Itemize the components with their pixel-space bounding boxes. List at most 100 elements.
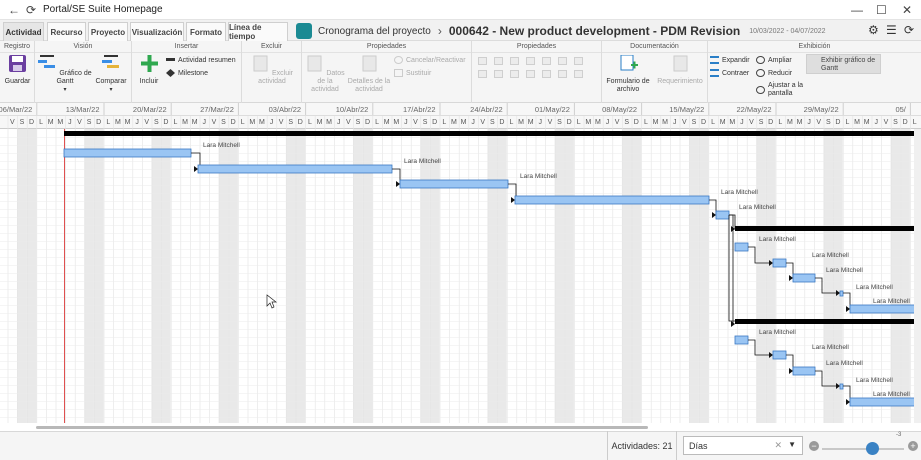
assignee-label: Lara Mitchell: [812, 252, 849, 259]
zoom-in-button[interactable]: Ampliar: [756, 56, 792, 64]
exclude-activity-button[interactable]: Excluir actividad: [244, 55, 300, 86]
summary-activity-icon: [166, 58, 175, 61]
save-button[interactable]: Guardar: [2, 55, 33, 86]
unlink-icon[interactable]: [494, 57, 503, 65]
window-title: Portal/SE Suite Homepage: [43, 4, 163, 15]
save-label: Guardar: [4, 78, 31, 85]
group-propiedades-1: Propiedades Datos de la actividad Detall…: [302, 41, 472, 103]
file-form-button[interactable]: Formulario de archivo: [605, 54, 651, 94]
day-letter: S: [356, 119, 361, 126]
day-letter: J: [673, 119, 677, 126]
week-label: 24/Abr/22: [470, 105, 503, 114]
assignee-label: Lara Mitchell: [826, 267, 863, 274]
day-letter: J: [135, 119, 139, 126]
task-bar: [849, 304, 921, 314]
copy-icon[interactable]: [478, 70, 487, 78]
maximize-icon[interactable]: ☐: [876, 3, 887, 17]
compare-button[interactable]: Comparar ▾: [93, 55, 129, 94]
move-down-icon[interactable]: [558, 57, 567, 65]
tab-proyecto[interactable]: Proyecto: [88, 22, 128, 41]
tab-actividad[interactable]: Actividad: [3, 22, 44, 41]
tab-recurso[interactable]: Recurso: [47, 22, 86, 41]
zoom-minus-icon[interactable]: −: [809, 441, 819, 451]
play-icon[interactable]: [574, 57, 583, 65]
fit-screen-button[interactable]: Ajustar a la pantalla: [756, 82, 808, 98]
weekend-band: [497, 129, 507, 423]
day-letter: L: [577, 119, 581, 126]
weekend-band: [84, 129, 94, 423]
activity-data-button[interactable]: Datos de la actividad: [305, 55, 345, 94]
include-button[interactable]: Incluir: [135, 55, 163, 86]
week-label: 05/: [895, 105, 906, 114]
flag-icon[interactable]: [542, 70, 551, 78]
replace-label: Sustituir: [406, 69, 432, 77]
weekend-band: [823, 129, 834, 423]
dependency-arrow: [789, 275, 793, 281]
day-letter: M: [653, 119, 659, 126]
expand-button[interactable]: Expandir: [710, 56, 750, 64]
cancel-reactivate-label: Cancelar/Reactivar: [406, 56, 466, 64]
weekend-band: [621, 129, 632, 423]
assignee-label: Lara Mitchell: [873, 298, 910, 305]
tab-visualizacion[interactable]: Visualización: [130, 22, 184, 41]
cancel-reactivate-button[interactable]: Cancelar/Reactivar: [394, 56, 466, 64]
tab-linea-de-tiempo[interactable]: Línea de tiempo: [228, 22, 288, 41]
back-arrow-icon[interactable]: ←: [8, 3, 20, 17]
dependency-arrow: [789, 368, 793, 374]
paste-icon[interactable]: [494, 70, 503, 78]
attach-icon[interactable]: [526, 70, 535, 78]
day-letter: V: [10, 119, 15, 126]
exclude-activity-label: Excluir actividad: [258, 70, 293, 85]
group-documentacion: Documentación Formulario de archivo Requ…: [602, 41, 708, 103]
include-label: Incluir: [139, 78, 159, 85]
note-icon[interactable]: [574, 70, 583, 78]
milestone-button[interactable]: Milestone: [166, 69, 208, 77]
replace-button[interactable]: Sustituir: [394, 69, 431, 77]
expand-icon: [710, 56, 719, 64]
summary-activity-button[interactable]: Actividad resumen: [166, 56, 236, 64]
day-letter: L: [174, 119, 178, 126]
day-letter: M: [518, 119, 524, 126]
settings-icon[interactable]: ⚙: [868, 23, 879, 37]
day-letter: S: [893, 119, 898, 126]
show-gantt-toggle[interactable]: Exhibir gráfico de Gantt: [806, 54, 881, 74]
zoom-slider-track[interactable]: [822, 448, 904, 450]
day-letter: S: [759, 119, 764, 126]
gantt-chart-button[interactable]: Gráfico de Gantt ▾: [38, 55, 92, 94]
activity-details-button[interactable]: Detalles de la actividad: [347, 55, 391, 94]
requirement-label: Requerimiento: [657, 78, 703, 85]
horizontal-scrollbar[interactable]: [36, 426, 648, 429]
indent-icon[interactable]: [510, 57, 519, 65]
link-icon[interactable]: [478, 57, 487, 65]
zoom-plus-icon[interactable]: +: [908, 441, 918, 451]
weekend-band: [17, 129, 27, 423]
time-scale-select[interactable]: Días ✕ ▼: [683, 436, 803, 455]
assignee-label: Lara Mitchell: [759, 236, 796, 243]
week-label: 03/Abr/22: [269, 105, 302, 114]
task-bar: [715, 210, 730, 220]
task-bar: [849, 397, 921, 407]
tab-formato[interactable]: Formato: [186, 22, 226, 41]
collapse-button[interactable]: Contraer: [710, 69, 749, 77]
day-letter: M: [317, 119, 323, 126]
zoom-out-button[interactable]: Reducir: [756, 69, 792, 77]
close-icon[interactable]: ✕: [902, 3, 912, 17]
reload-icon[interactable]: ⟳: [904, 23, 914, 37]
clock-icon[interactable]: [558, 70, 567, 78]
zoom-out-label: Reducir: [768, 69, 793, 77]
breadcrumb-section[interactable]: Cronograma del proyecto: [318, 26, 431, 37]
minimize-icon[interactable]: —: [851, 3, 863, 17]
clear-icon[interactable]: ✕: [774, 440, 782, 451]
outdent-icon[interactable]: [526, 57, 535, 65]
list-menu-icon[interactable]: ☰: [886, 23, 897, 37]
chevron-down-icon[interactable]: ▼: [788, 440, 796, 449]
requirement-button[interactable]: Requerimiento: [654, 55, 706, 86]
move-up-icon[interactable]: [542, 57, 551, 65]
day-letter: D: [903, 119, 908, 126]
cut-icon[interactable]: [510, 70, 519, 78]
day-letter: M: [720, 119, 726, 126]
week-label: 10/Abr/22: [336, 105, 369, 114]
refresh-icon[interactable]: ⟳: [26, 3, 36, 17]
zoom-slider-handle[interactable]: [866, 442, 879, 455]
gantt-chart[interactable]: VSDLMMJVSDLMMJVSDLMMJVSDLMMJVSDLMMJVSDLM…: [0, 103, 921, 429]
